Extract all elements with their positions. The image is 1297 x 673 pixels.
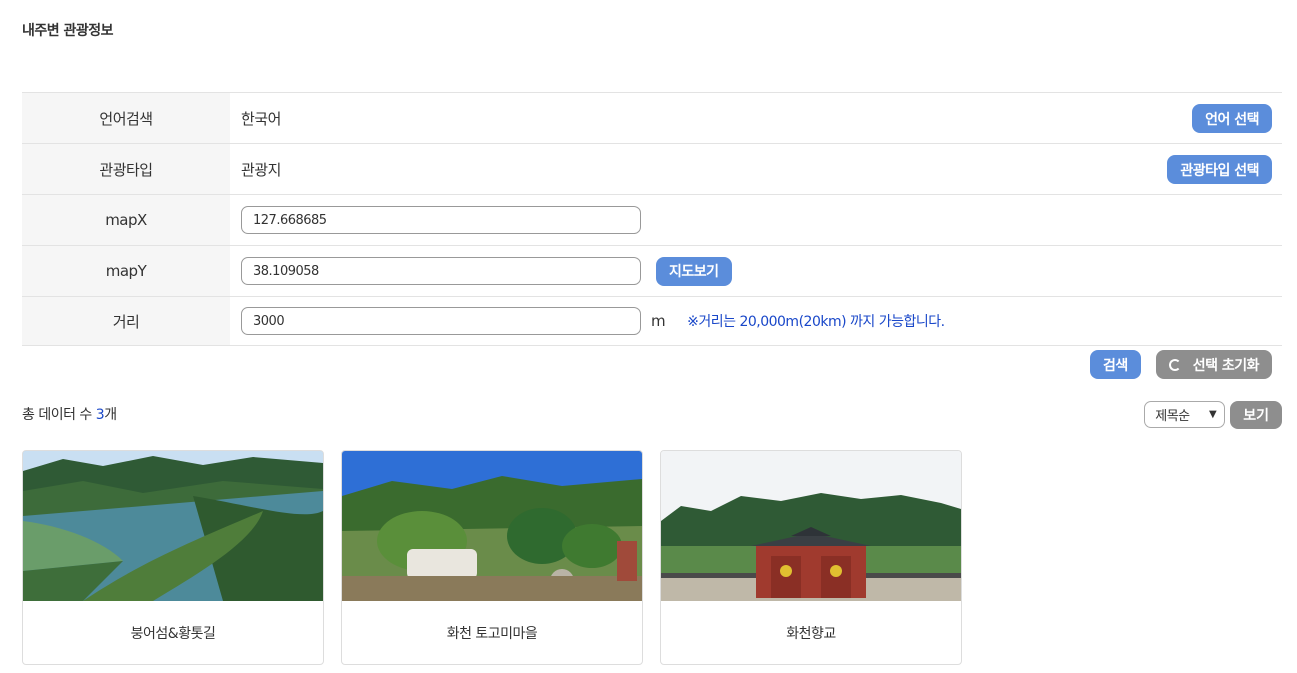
mapx-label: mapX: [22, 195, 230, 245]
tour-type-select-button[interactable]: 관광타입 선택: [1167, 155, 1272, 184]
action-buttons: 검색 선택 초기화: [1089, 350, 1272, 379]
total-number: 3: [95, 407, 105, 423]
card-image: [23, 451, 323, 601]
search-button[interactable]: 검색: [1089, 350, 1141, 379]
view-button[interactable]: 보기: [1230, 401, 1282, 429]
sort-controls: 제목순 ▼ 보기: [1144, 401, 1282, 429]
language-label: 언어검색: [22, 93, 230, 143]
search-form: 언어검색 한국어 언어 선택 관광타입 관광지 관광타입 선택 mapX map…: [22, 92, 1282, 346]
mapy-label: mapY: [22, 246, 230, 296]
reset-button[interactable]: 선택 초기화: [1155, 350, 1272, 379]
distance-input[interactable]: [241, 307, 641, 335]
row-mapx: mapX: [22, 195, 1282, 246]
page-title: 내주변 관광정보: [22, 23, 114, 39]
distance-unit: m: [651, 312, 666, 330]
row-mapy: mapY 지도보기: [22, 246, 1282, 297]
card-title: 붕어섬&황톳길: [130, 626, 216, 642]
result-card[interactable]: 붕어섬&황톳길: [22, 450, 324, 665]
total-prefix: 총 데이터 수: [22, 407, 96, 423]
row-distance: 거리 m ※거리는 20,000m(20km) 까지 가능합니다.: [22, 297, 1282, 346]
card-title: 화천 토고미마을: [446, 626, 538, 642]
result-card[interactable]: 화천 토고미마을: [341, 450, 643, 665]
sort-selected-label: 제목순: [1155, 409, 1190, 424]
result-card[interactable]: 화천향교: [660, 450, 962, 665]
tour-type-label: 관광타입: [22, 144, 230, 194]
row-tour-type: 관광타입 관광지 관광타입 선택: [22, 144, 1282, 195]
card-image: [342, 451, 642, 601]
mapx-input[interactable]: [241, 206, 641, 234]
reset-label: 선택 초기화: [1192, 357, 1260, 374]
language-select-button[interactable]: 언어 선택: [1192, 104, 1272, 133]
card-image: [661, 451, 961, 601]
tour-type-value: 관광지: [241, 160, 281, 179]
refresh-icon: [1168, 358, 1181, 371]
total-count: 총 데이터 수 3개: [22, 404, 117, 424]
language-value: 한국어: [241, 109, 281, 128]
result-cards: 붕어섬&황톳길 화천 토고미마을 화천향교: [22, 450, 962, 665]
row-language: 언어검색 한국어 언어 선택: [22, 93, 1282, 144]
distance-label: 거리: [22, 297, 230, 345]
sort-select[interactable]: 제목순 ▼: [1144, 401, 1226, 428]
chevron-down-icon: ▼: [1209, 409, 1217, 420]
total-suffix: 개: [104, 407, 117, 423]
mapy-input[interactable]: [241, 257, 641, 285]
distance-hint: ※거리는 20,000m(20km) 까지 가능합니다.: [687, 314, 945, 330]
card-title: 화천향교: [786, 626, 836, 642]
map-view-button[interactable]: 지도보기: [656, 256, 732, 286]
